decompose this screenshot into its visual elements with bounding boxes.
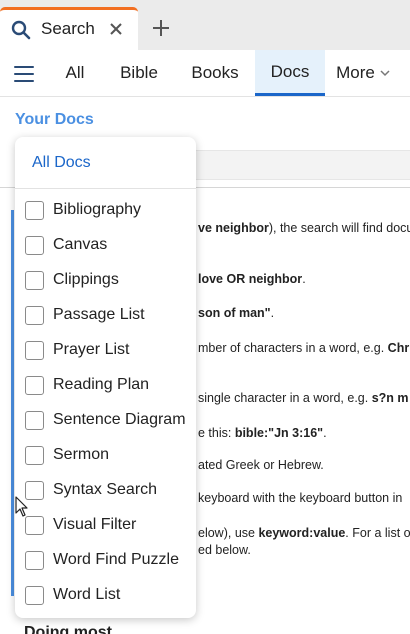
tab-books-label: Books: [191, 63, 239, 82]
tab-more-label: More: [336, 63, 375, 82]
section-heading: Doing most: [24, 624, 112, 634]
option-bibliography[interactable]: Bibliography: [25, 195, 193, 225]
option-label: Canvas: [53, 236, 108, 253]
checkbox[interactable]: [25, 550, 44, 570]
tab-bible-label: Bible: [120, 63, 158, 82]
checkbox[interactable]: [25, 200, 44, 220]
help-line: e this: bible:"Jn 3:16".: [198, 426, 327, 440]
hamburger-icon[interactable]: [14, 66, 34, 82]
chevron-down-icon: [380, 70, 390, 77]
option-label: Clippings: [53, 271, 119, 288]
option-canvas[interactable]: Canvas: [25, 230, 193, 260]
option-label: Reading Plan: [53, 376, 150, 393]
option-sermon[interactable]: Sermon: [25, 440, 193, 470]
option-label: Visual Filter: [53, 516, 137, 533]
help-line: elow), use keyword:value. For a list o: [198, 526, 410, 540]
checkbox[interactable]: [25, 235, 44, 255]
tab-strip: Search: [0, 0, 410, 50]
mouse-cursor-icon: [15, 496, 28, 517]
option-label: Bibliography: [53, 201, 142, 218]
help-line: ve neighbor), the search will find docu: [198, 221, 410, 235]
checkbox[interactable]: [25, 270, 44, 290]
all-docs-option[interactable]: All Docs: [32, 154, 91, 172]
help-line: mber of characters in a word, e.g. Chr: [198, 341, 410, 355]
tab-docs[interactable]: Docs: [255, 50, 325, 96]
checkbox[interactable]: [25, 585, 44, 605]
checkbox[interactable]: [25, 515, 44, 535]
close-icon[interactable]: [108, 21, 124, 37]
option-word-find-puzzle[interactable]: Word Find Puzzle: [25, 545, 193, 575]
option-label: Prayer List: [53, 341, 130, 358]
tab-all-label: All: [65, 63, 85, 82]
option-word-list[interactable]: Word List: [25, 580, 193, 610]
help-line: single character in a word, e.g. s?n m: [198, 391, 409, 405]
tab-more[interactable]: More: [333, 50, 393, 96]
checkbox[interactable]: [25, 305, 44, 325]
option-label: Sermon: [53, 446, 110, 463]
tab-search[interactable]: Search: [0, 7, 138, 50]
help-line: ated Greek or Hebrew.: [198, 458, 324, 472]
tab-bible[interactable]: Bible: [108, 50, 170, 96]
option-reading-plan[interactable]: Reading Plan: [25, 370, 193, 400]
option-passage-list[interactable]: Passage List: [25, 300, 193, 330]
tab-docs-label: Docs: [270, 61, 310, 81]
option-label: Word Find Puzzle: [53, 551, 179, 568]
option-label: Passage List: [53, 306, 145, 323]
option-clippings[interactable]: Clippings: [25, 265, 193, 295]
checkbox[interactable]: [25, 445, 44, 465]
section-title[interactable]: Your Docs: [15, 111, 94, 129]
option-label: Word List: [53, 586, 121, 603]
option-visual-filter[interactable]: Visual Filter: [25, 510, 193, 540]
option-label: Syntax Search: [53, 481, 158, 498]
search-icon: [11, 20, 31, 40]
help-line: keyboard with the keyboard button in: [198, 491, 403, 505]
tab-all[interactable]: All: [52, 50, 98, 96]
help-accent-bar: [11, 210, 14, 596]
option-prayer-list[interactable]: Prayer List: [25, 335, 193, 365]
dropdown-divider: [15, 188, 196, 189]
search-input[interactable]: [186, 150, 410, 180]
tab-label: Search: [41, 19, 95, 38]
option-syntax-search[interactable]: Syntax Search: [25, 475, 193, 505]
checkbox[interactable]: [25, 340, 44, 360]
option-label: Sentence Diagram: [53, 411, 186, 428]
help-line: son of man".: [198, 306, 275, 320]
checkbox[interactable]: [25, 410, 44, 430]
tab-books[interactable]: Books: [180, 50, 250, 96]
help-line: ed below.: [198, 543, 251, 557]
checkbox[interactable]: [25, 375, 44, 395]
plus-icon[interactable]: [150, 17, 172, 39]
option-sentence-diagram[interactable]: Sentence Diagram: [25, 405, 193, 435]
doc-type-dropdown: All Docs Bibliography Canvas Clippings P…: [15, 137, 196, 618]
nav-bar: All Bible Books Docs More: [0, 50, 410, 97]
help-line: love OR neighbor.: [198, 272, 306, 286]
